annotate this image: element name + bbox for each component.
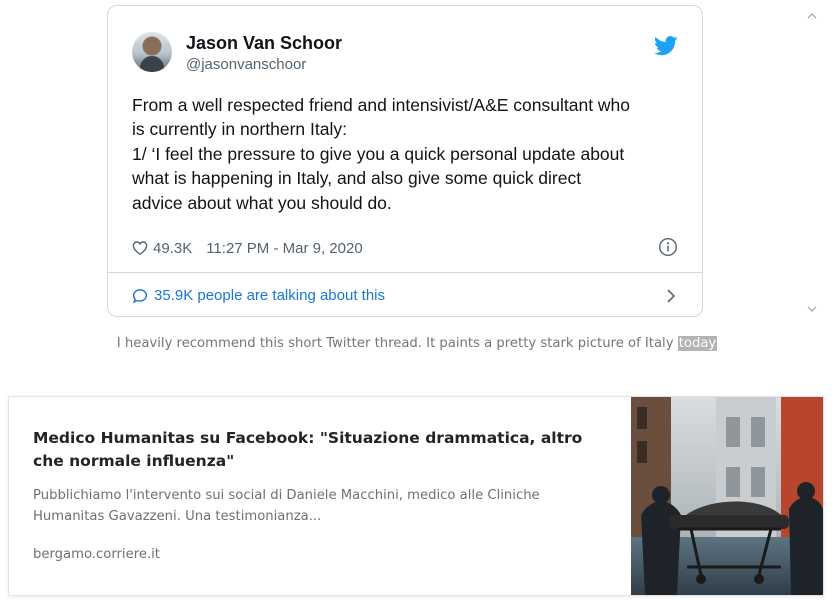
scrollbar[interactable] [803, 0, 821, 322]
tweet-embed[interactable]: Jason Van Schoor @jasonvanschoor From a … [107, 5, 703, 317]
info-icon[interactable] [658, 237, 678, 257]
card-domain: bergamo.corriere.it [33, 547, 160, 562]
heart-icon[interactable] [132, 240, 148, 256]
caption-text: I heavily recommend this short Twitter t… [116, 336, 678, 351]
embed-caption: I heavily recommend this short Twitter t… [0, 336, 834, 351]
author-handle[interactable]: @jasonvanschoor [186, 56, 306, 73]
twitter-bird-icon[interactable] [654, 36, 678, 56]
scroll-down-icon[interactable] [805, 302, 819, 316]
tweet-text-line: what is happening in Italy, and also giv… [132, 168, 582, 189]
card-title[interactable]: Medico Humanitas su Facebook: "Situazion… [33, 427, 613, 473]
tweet-text: From a well respected friend and intensi… [132, 93, 684, 215]
author-name[interactable]: Jason Van Schoor [186, 33, 342, 54]
comment-bubble-icon [132, 288, 148, 303]
tweet-text-line: From a well respected friend and intensi… [132, 95, 631, 115]
chevron-right-icon[interactable] [664, 286, 678, 306]
card-description: Pubblichiamo l'intervento sui social di … [33, 488, 540, 524]
tweet-text-line: 1/ ‘I feel the pressure to give you a qu… [132, 143, 625, 164]
author-avatar[interactable] [132, 32, 172, 72]
talking-link[interactable]: 35.9K people are talking about this [132, 287, 385, 304]
tweet-text-line: is currently in northern Italy: [132, 119, 347, 140]
like-count[interactable]: 49.3K [153, 240, 192, 257]
tweet-meta: 49.3K 11:27 PM - Mar 9, 2020 [132, 238, 363, 258]
talking-label[interactable]: 35.9K people are talking about this [154, 287, 385, 304]
tweet-divider [108, 272, 702, 273]
link-preview-card[interactable]: Medico Humanitas su Facebook: "Situazion… [8, 396, 824, 596]
tweet-timestamp[interactable]: 11:27 PM - Mar 9, 2020 [206, 240, 362, 257]
scroll-up-icon[interactable] [805, 9, 819, 23]
card-thumbnail-image[interactable] [631, 397, 823, 595]
caption-highlight[interactable]: today [677, 336, 718, 351]
tweet-text-line: advice about what you should do. [132, 192, 392, 213]
